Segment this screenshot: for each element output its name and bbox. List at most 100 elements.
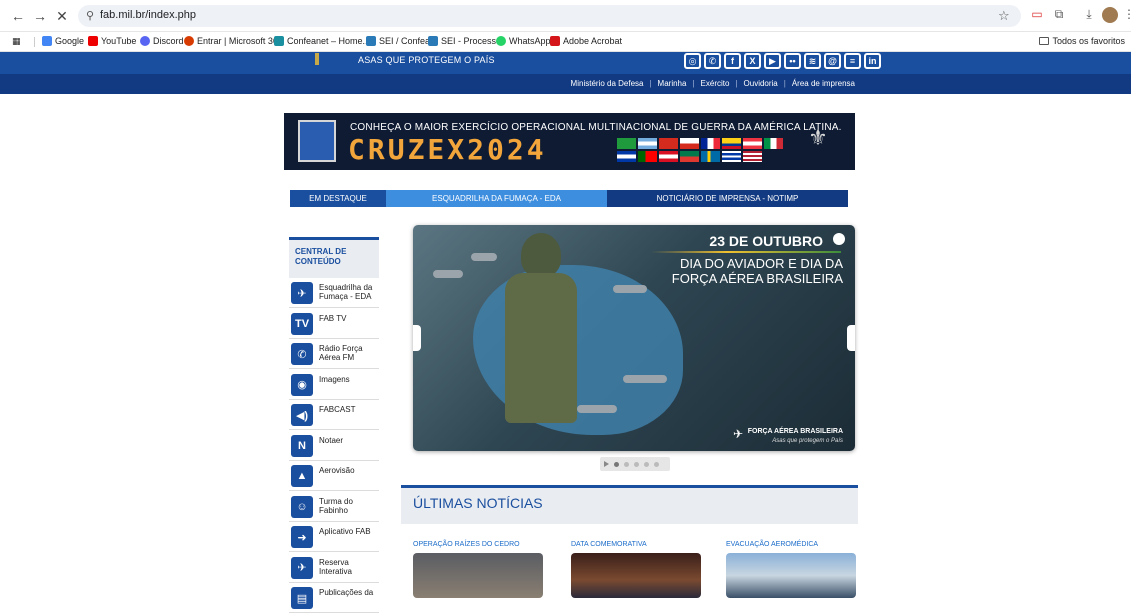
instagram-icon[interactable]: ◎ bbox=[684, 53, 701, 69]
sidebar-item[interactable]: N Notaer bbox=[289, 431, 379, 461]
carousel-dot[interactable] bbox=[644, 461, 649, 467]
bookmark-sei-confea[interactable]: SEI / Confea bbox=[366, 36, 430, 46]
rss-icon[interactable]: ≋ bbox=[804, 53, 821, 69]
news-category-link[interactable]: OPERAÇÃO RAÍZES DO CEDRO bbox=[413, 541, 520, 548]
sidebar-item[interactable]: ◉ Imagens bbox=[289, 370, 379, 400]
link-marinha[interactable]: Marinha bbox=[658, 79, 687, 88]
microsoft-icon bbox=[184, 36, 194, 46]
bookmark-adobe[interactable]: Adobe Acrobat bbox=[550, 36, 622, 46]
address-bar[interactable]: ⚲ fab.mil.br/index.php bbox=[78, 5, 1021, 27]
jet-image bbox=[471, 253, 497, 261]
carousel-brand: FORÇA AÉREA BRASILEIRA bbox=[747, 428, 843, 435]
sidebar-item[interactable]: ▤ Publicações da bbox=[289, 583, 379, 613]
link-ouvidoria[interactable]: Ouvidoria bbox=[744, 79, 778, 88]
facebook-icon[interactable]: f bbox=[724, 53, 741, 69]
eda-icon: ✈ bbox=[291, 282, 313, 304]
download-icon[interactable]: ⤓ bbox=[1082, 7, 1096, 21]
tab-esquadrilha-fumaca[interactable]: ESQUADRILHA DA FUMAÇA - EDA bbox=[386, 190, 607, 207]
carousel-dot[interactable] bbox=[614, 461, 619, 467]
bookmark-youtube[interactable]: YouTube bbox=[88, 36, 136, 46]
carousel-next-button[interactable] bbox=[847, 325, 855, 351]
flickr-icon[interactable]: •• bbox=[784, 53, 801, 69]
bookmark-label: Google bbox=[55, 36, 85, 46]
carousel-dot[interactable] bbox=[654, 461, 659, 467]
jet-image bbox=[623, 375, 667, 383]
tab-noticiario-imprensa[interactable]: NOTICIÁRIO DE IMPRENSA - NOTIMP bbox=[607, 190, 848, 207]
bookmark-star-icon[interactable]: ☆ bbox=[998, 8, 1010, 24]
cast-icon[interactable]: ▭ bbox=[1030, 7, 1044, 21]
carousel-dot[interactable] bbox=[624, 461, 629, 467]
tab-em-destaque[interactable]: EM DESTAQUE bbox=[290, 190, 386, 207]
site-header: ASAS QUE PROTEGEM O PAÍS ◎ ✆ f X ▶ •• ≋ … bbox=[0, 52, 1131, 74]
sidebar-item[interactable]: TV FAB TV bbox=[289, 309, 379, 339]
whatsapp-icon[interactable]: ✆ bbox=[704, 53, 721, 69]
bookmark-label: Adobe Acrobat bbox=[563, 36, 623, 46]
sidebar-item[interactable]: ✈ Esquadrilha da Fumaça - EDA bbox=[289, 278, 379, 308]
extensions-icon[interactable]: ⧉ bbox=[1052, 7, 1066, 21]
site-info-icon[interactable]: ⚲ bbox=[86, 9, 94, 22]
sidebar-item[interactable]: ☺ Turma do Fabinho bbox=[289, 492, 379, 522]
cruzex-banner[interactable]: CONHEÇA O MAIOR EXERCÍCIO OPERACIONAL MU… bbox=[284, 113, 855, 170]
link-ministerio-defesa[interactable]: Ministério da Defesa bbox=[571, 79, 644, 88]
news-thumbnail[interactable] bbox=[571, 553, 701, 598]
all-bookmarks[interactable]: Todos os favoritos bbox=[1039, 36, 1125, 46]
bookmark-sei-processo[interactable]: SEI - Processo bbox=[428, 36, 501, 46]
institutional-nav: Ministério da Defesa | Marinha | Exército |… bbox=[0, 74, 1131, 94]
stop-icon[interactable]: ✕ bbox=[54, 8, 70, 25]
sidebar-item[interactable]: ✆ Rádio Força Aérea FM bbox=[289, 339, 379, 369]
linkedin-icon[interactable]: in bbox=[864, 53, 881, 69]
url-text[interactable]: fab.mil.br/index.php bbox=[100, 9, 196, 21]
carousel-dot[interactable] bbox=[634, 461, 639, 467]
flag bbox=[680, 138, 699, 149]
carousel-title: DIA DO AVIADOR E DIA DA FORÇA AÉREA BRAS… bbox=[671, 256, 843, 286]
all-bookmarks-label: Todos os favoritos bbox=[1052, 36, 1125, 46]
news-category-link[interactable]: EVACUAÇÃO AEROMÉDICA bbox=[726, 541, 818, 548]
fabtv-icon: TV bbox=[291, 312, 313, 335]
country-flags bbox=[617, 138, 787, 162]
menu-icon[interactable]: ⋮ bbox=[1122, 7, 1131, 21]
bookmarks-bar: ▦ Google YouTube Discord Entrar | Micros… bbox=[0, 32, 1131, 52]
apps-icon[interactable]: ▦ bbox=[12, 36, 21, 47]
spotify-icon[interactable]: ≡ bbox=[844, 53, 861, 69]
news-thumbnail[interactable] bbox=[726, 553, 856, 598]
play-icon[interactable] bbox=[604, 461, 609, 467]
sidebar-item[interactable]: ✈ Reserva Interativa bbox=[289, 553, 379, 583]
bookmark-google[interactable]: Google bbox=[42, 36, 84, 46]
bookmark-whatsapp[interactable]: WhatsApp bbox=[496, 36, 551, 46]
bookmark-discord[interactable]: Discord bbox=[140, 36, 184, 46]
x-icon[interactable]: X bbox=[744, 53, 761, 69]
bookmark-confeanet[interactable]: Confeanet – Home... bbox=[274, 36, 370, 46]
link-exercito[interactable]: Exército bbox=[701, 79, 730, 88]
threads-icon[interactable]: @ bbox=[824, 53, 841, 69]
carousel-prev-button[interactable] bbox=[413, 325, 421, 351]
bookmark-microsoft365[interactable]: Entrar | Microsoft 365 bbox=[184, 36, 283, 46]
forward-icon[interactable]: → bbox=[32, 8, 48, 24]
nav-separator: | bbox=[783, 79, 786, 88]
bookmark-label: Entrar | Microsoft 365 bbox=[197, 36, 283, 46]
moon-icon bbox=[833, 233, 845, 245]
sidebar-item-label: Rádio Força Aérea FM bbox=[319, 344, 363, 362]
flag bbox=[659, 151, 678, 162]
sei-icon bbox=[428, 36, 438, 46]
bookmark-label: YouTube bbox=[101, 36, 137, 46]
bookmarks-divider bbox=[34, 37, 35, 47]
sidebar-item[interactable]: ▲ Aerovisão bbox=[289, 461, 379, 491]
browser-toolbar: ← → ✕ ⚲ fab.mil.br/index.php ☆ ▭ ⧉ ⤓ ⋮ bbox=[0, 0, 1131, 32]
news-thumbnail[interactable] bbox=[413, 553, 543, 598]
link-area-imprensa[interactable]: Área de imprensa bbox=[792, 79, 855, 88]
hero-carousel[interactable]: 23 DE OUTUBRO DIA DO AVIADOR E DIA DA FO… bbox=[413, 225, 855, 451]
site-tagline: ASAS QUE PROTEGEM O PAÍS bbox=[358, 55, 495, 65]
sidebar-item[interactable]: ➜ Aplicativo FAB bbox=[289, 522, 379, 552]
nav-separator: | bbox=[692, 79, 695, 88]
fab-logo[interactable] bbox=[315, 53, 319, 65]
sidebar-item[interactable]: ◀) FABCAST bbox=[289, 400, 379, 430]
sidebar-item-label: Aplicativo FAB bbox=[319, 527, 371, 536]
camera-icon: ◉ bbox=[291, 373, 313, 396]
profile-avatar[interactable] bbox=[1102, 7, 1118, 23]
carousel-subtitle: Asas que protegem o País bbox=[772, 438, 843, 444]
youtube-icon[interactable]: ▶ bbox=[764, 53, 781, 69]
news-category-link[interactable]: DATA COMEMORATIVA bbox=[571, 541, 647, 548]
back-icon[interactable]: ← bbox=[10, 8, 26, 24]
carousel-pager bbox=[600, 457, 670, 471]
jet-image bbox=[613, 285, 647, 293]
